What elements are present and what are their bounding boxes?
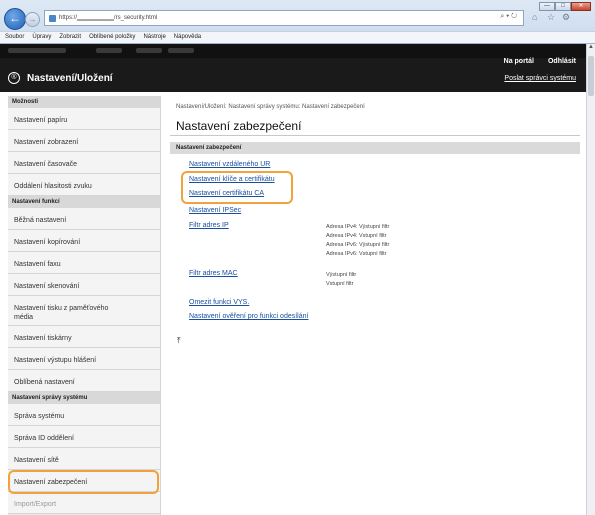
divider <box>170 135 580 136</box>
sidebar-item-label: Správa ID oddělení <box>14 435 74 442</box>
address-tools[interactable]: ⌕ ▾ ↻ <box>500 13 517 21</box>
scroll-thumb[interactable] <box>588 56 594 96</box>
back-arrow-icon[interactable]: ← <box>4 8 26 30</box>
ipsec-settings-link[interactable]: Nastavení IPSec <box>189 207 241 214</box>
sidebar-item-label: Nastavení zobrazení <box>14 139 79 146</box>
address-bar[interactable]: https://▁▁▁▁▁▁▁▁/rs_security.html ⌕ ▾ ↻ <box>44 10 524 26</box>
vertical-scrollbar[interactable]: ▲ <box>586 44 595 515</box>
app-title: Nastavení/Uložení <box>27 73 113 84</box>
gear-icon[interactable]: ⚙ <box>562 12 570 23</box>
menu-bar: Soubor Úpravy Zobrazit Oblíbené položky … <box>0 31 595 43</box>
sidebar-section-title: Nastavení správy systému <box>8 392 160 404</box>
close-button[interactable]: ✕ <box>571 2 591 11</box>
ip-filter-detail: Adresa IPv4: Výstupní filtr <box>326 224 390 230</box>
sidebar-item-label: Oblíbená nastavení <box>14 379 75 386</box>
sidebar-item-fax[interactable]: Nastavení faxu <box>8 252 160 274</box>
remote-ui-settings-link[interactable]: Nastavení vzdáleného UR <box>189 161 270 168</box>
sidebar-item-dept-id[interactable]: Správa ID oddělení <box>8 426 160 448</box>
sidebar-item-label: Nastavení skenování <box>14 283 80 290</box>
sidebar-item-label: Správa systému <box>14 413 65 420</box>
sidebar-item-label: Import/Export <box>14 501 57 508</box>
sidebar-item-network[interactable]: Nastavení sítě <box>8 448 160 470</box>
sidebar-section-title: Možnosti <box>8 96 160 108</box>
sidebar-item-label: Nastavení papíru <box>14 117 68 124</box>
menu-item-view[interactable]: Zobrazit <box>59 32 81 43</box>
menu-item-favorites[interactable]: Oblíbené položky <box>89 32 135 43</box>
sidebar-item-label: Nastavení faxu <box>14 261 61 268</box>
page-title: Nastavení zabezpečení <box>176 119 302 133</box>
mac-filter-detail: Vstupní filtr <box>326 281 354 287</box>
sidebar-item-label: Nastavení zabezpečení <box>14 479 88 486</box>
sidebar-item-label: Nastavení časovače <box>14 161 78 168</box>
sidebar-item-label: Nastavení výstupu hlášení <box>14 357 97 364</box>
mac-filter-link[interactable]: Filtr adres MAC <box>189 270 238 277</box>
ip-filter-detail: Adresa IPv6: Výstupní filtr <box>326 242 390 248</box>
sidebar-item-report[interactable]: Nastavení výstupu hlášení <box>8 348 160 370</box>
sidebar-item-security[interactable]: Nastavení zabezpečení <box>8 470 160 492</box>
sidebar-item-label: Nastavení kopírování <box>14 239 81 246</box>
mail-admin-link[interactable]: Poslat správci systému <box>504 75 576 82</box>
browser-titlebar: — □ ✕ ← → https://▁▁▁▁▁▁▁▁/rs_security.h… <box>0 0 595 44</box>
portal-link[interactable]: Na portál <box>504 58 534 65</box>
sidebar-item-scan[interactable]: Nastavení skenování <box>8 274 160 296</box>
section-header: Nastavení zabezpečení <box>170 142 580 154</box>
minimize-button[interactable]: — <box>539 2 555 11</box>
menu-item-edit[interactable]: Úpravy <box>32 32 51 43</box>
canon-logo-icon: ® <box>8 72 20 84</box>
sidebar-item-volume[interactable]: Oddálení hlasitosti zvuku <box>8 174 160 196</box>
sidebar-item-label: Nastavení tisku z paměťového média <box>14 305 109 321</box>
forward-arrow-icon[interactable]: → <box>25 12 40 27</box>
sidebar-item-timer[interactable]: Nastavení časovače <box>8 152 160 174</box>
back-to-top-icon[interactable]: ⤒ <box>177 336 181 346</box>
sidebar-item-label: Nastavení tiskárny <box>14 335 72 342</box>
site-icon <box>49 15 56 22</box>
menu-item-tools[interactable]: Nástroje <box>143 32 165 43</box>
logout-link[interactable]: Odhlásit <box>548 58 576 65</box>
sidebar-item-favorites[interactable]: Oblíbená nastavení <box>8 370 160 392</box>
scroll-up-icon[interactable]: ▲ <box>587 44 595 52</box>
sidebar-item-common[interactable]: Běžná nastavení <box>8 208 160 230</box>
address-url: https://▁▁▁▁▁▁▁▁/rs_security.html <box>59 15 158 21</box>
sidebar-item-label: Oddálení hlasitosti zvuku <box>14 183 92 190</box>
home-icon[interactable]: ⌂ <box>532 12 537 22</box>
ip-filter-link[interactable]: Filtr adres IP <box>189 222 229 229</box>
sidebar-item-label: Nastavení sítě <box>14 457 59 464</box>
restrict-rx-function-link[interactable]: Omezit funkci VYS. <box>189 299 249 306</box>
key-certificate-settings-link[interactable]: Nastavení klíče a certifikátu <box>189 176 275 183</box>
sidebar: Možnosti Nastavení papíru Nastavení zobr… <box>8 96 161 515</box>
sidebar-item-printer[interactable]: Nastavení tiskárny <box>8 326 160 348</box>
menu-item-help[interactable]: Nápověda <box>174 32 201 43</box>
header-top-strip <box>0 44 586 58</box>
maximize-button[interactable]: □ <box>555 2 571 11</box>
sidebar-item-copy[interactable]: Nastavení kopírování <box>8 230 160 252</box>
app-header: ® Nastavení/Uložení Na portál Odhlásit P… <box>0 44 586 92</box>
mac-filter-detail: Výstupní filtr <box>326 272 357 278</box>
header-links: Na portál Odhlásit <box>504 58 576 65</box>
sidebar-item-paper[interactable]: Nastavení papíru <box>8 108 160 130</box>
ip-filter-detail: Adresa IPv4: Vstupní filtr <box>326 233 387 239</box>
favorites-star-icon[interactable]: ☆ <box>547 12 555 23</box>
ip-filter-detail: Adresa IPv6: Vstupní filtr <box>326 251 387 257</box>
sidebar-item-memory-print[interactable]: Nastavení tisku z paměťového média <box>8 296 160 326</box>
sidebar-section-title: Nastavení funkcí <box>8 196 160 208</box>
menu-item-file[interactable]: Soubor <box>5 32 24 43</box>
sidebar-item-label: Běžná nastavení <box>14 217 67 224</box>
send-auth-settings-link[interactable]: Nastavení ověření pro funkci odesílání <box>189 313 308 320</box>
sidebar-item-system[interactable]: Správa systému <box>8 404 160 426</box>
sidebar-item-display[interactable]: Nastavení zobrazení <box>8 130 160 152</box>
ca-certificate-settings-link[interactable]: Nastavení certifikátu CA <box>189 190 264 197</box>
window-controls: — □ ✕ <box>539 2 591 11</box>
breadcrumb: Nastavení/Uložení: Nastavení správy syst… <box>176 104 365 110</box>
sidebar-item-import-export[interactable]: Import/Export <box>8 492 160 514</box>
